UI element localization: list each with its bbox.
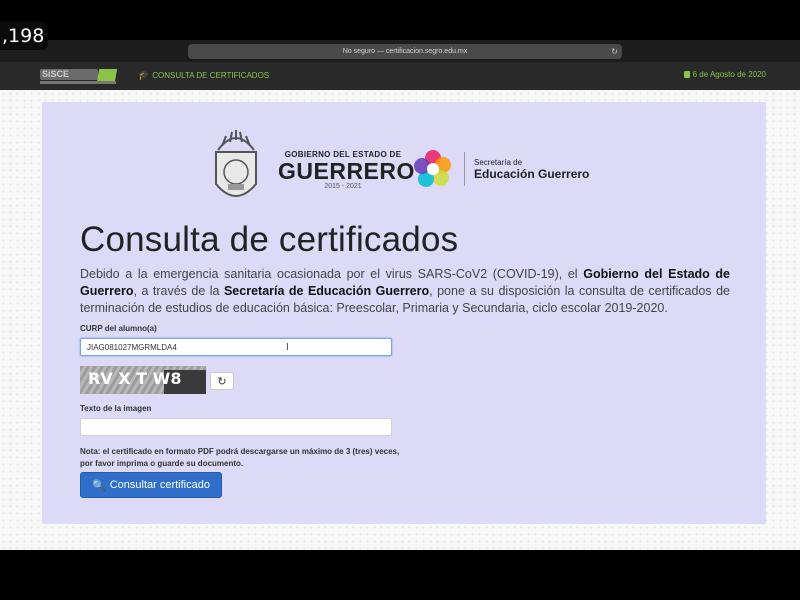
submit-label: Consultar certificado [109,479,210,491]
consultar-certificado-button[interactable]: 🔍 Consultar certificado [80,472,222,498]
refresh-icon: ↻ [217,376,227,388]
calendar-icon [683,71,690,78]
nav-date: 6 de Agosto de 2020 [683,70,766,79]
intro-part-1: Debido a la emergencia sanitaria ocasion… [80,267,584,281]
logo-strip [40,81,116,84]
app-navbar: SiSCE 🎓 CONSULTA DE CERTIFICADOS 6 de Ag… [0,62,800,90]
main-card: GOBIERNO DEL ESTADO DE GUERRERO 2015 - 2… [42,102,766,524]
government-logo-text: GOBIERNO DEL ESTADO DE GUERRERO 2015 - 2… [278,150,415,190]
address-bar[interactable]: No seguro — certificacion.segro.edu.mx ↻ [188,44,622,59]
header-logos: GOBIERNO DEL ESTADO DE GUERRERO 2015 - 2… [210,128,600,216]
secretaria-logo-text: Secretaría de Educación Guerrero [474,158,589,181]
image-text-label: Texto de la imagen [80,404,152,413]
page-title: Consulta de certificados [80,220,459,259]
image-text-input[interactable] [80,418,392,436]
captcha-text: RV X T W8 [88,369,181,388]
graduation-cap-icon: 🎓 [138,70,150,80]
page-background: GOBIERNO DEL ESTADO DE GUERRERO 2015 - 2… [0,90,800,550]
curp-label: CURP del alumno(a) [80,324,157,333]
intro-bold-2: Secretaría de Educación Guerrero [223,284,430,298]
colorful-flower-logo-icon [414,150,451,187]
sec-line-2: Educación Guerrero [474,167,590,181]
captcha-refresh-button[interactable]: ↻ [210,372,234,390]
counter-overlay: ,198 [0,22,48,50]
url-text: No seguro — certificacion.segro.edu.mx [342,48,468,55]
search-icon: 🔍 [92,479,106,492]
text-cursor-icon: I [286,342,289,353]
captcha-image: RV X T W8 [80,366,206,394]
sec-line-1: Secretaría de [474,158,523,167]
nav-link-label: CONSULTA DE CERTIFICADOS [152,71,270,80]
intro-part-2: , a través de la [133,284,224,298]
logo-divider [464,152,465,186]
gov-line-2: GUERRERO [278,158,415,184]
browser-toolbar: No seguro — certificacion.segro.edu.mx ↻ [0,40,800,62]
intro-paragraph: Debido a la emergencia sanitaria ocasion… [80,266,730,317]
nav-consulta-certificados[interactable]: 🎓 CONSULTA DE CERTIFICADOS [138,70,269,81]
sisce-logo[interactable]: SiSCE [40,69,120,85]
curp-input[interactable] [80,338,392,356]
logo-text: SiSCE [40,69,98,80]
date-text: 6 de Agosto de 2020 [692,70,766,79]
download-note: Nota: el certificado en formato PDF podr… [80,447,400,468]
gov-years: 2015 - 2021 [324,183,362,190]
reload-icon[interactable]: ↻ [611,44,618,59]
guerrero-coat-of-arms-icon [215,130,257,197]
